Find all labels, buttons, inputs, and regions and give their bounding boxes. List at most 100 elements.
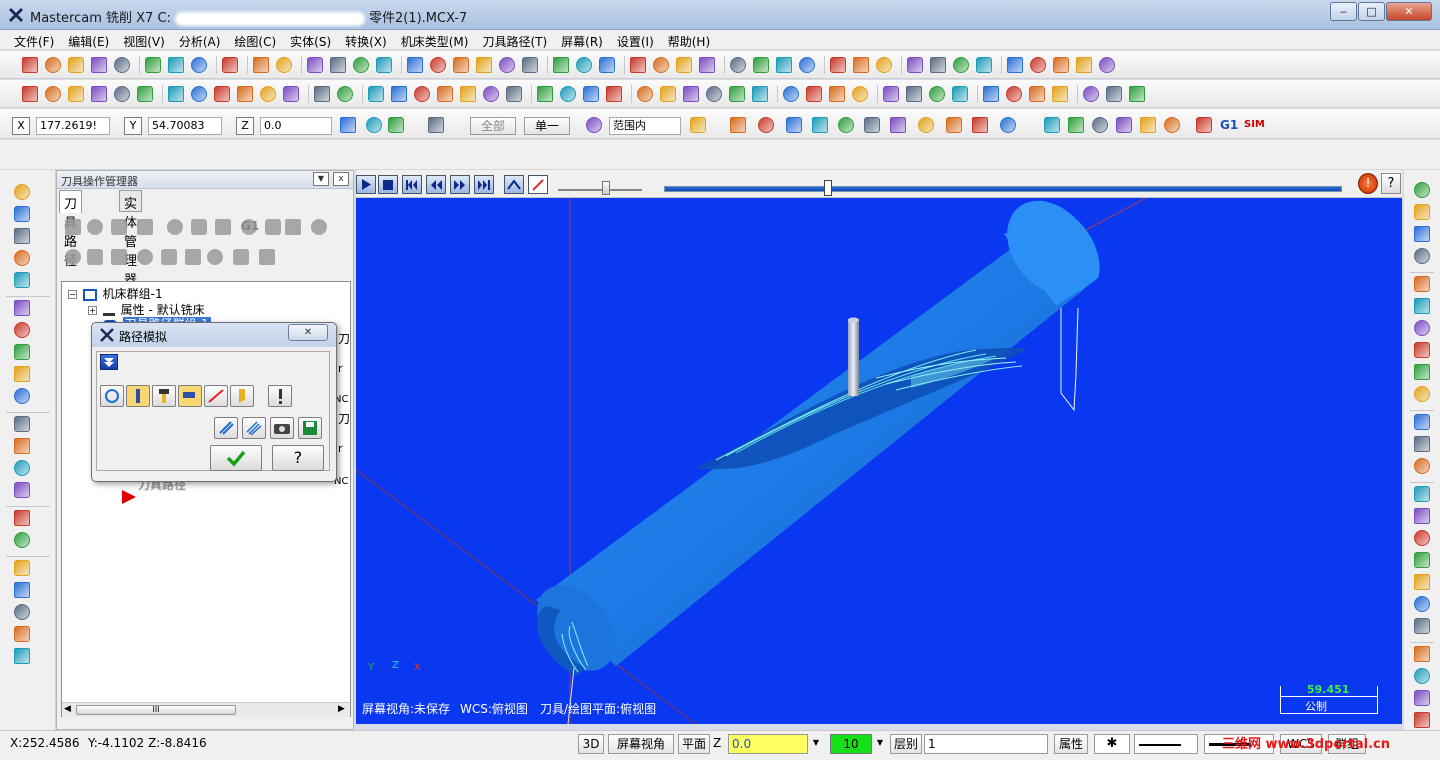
toolbar-tool-icon[interactable] [68,57,84,73]
autocursor-tool-icon[interactable] [1092,117,1108,133]
toolbar-tool-icon[interactable] [930,57,946,73]
color-dropdown-icon[interactable]: ▼ [873,734,887,754]
manager-tool-icon[interactable] [137,249,153,265]
line-style-select[interactable] [1134,734,1198,754]
x-coord-input[interactable]: 177.2619! [36,117,110,135]
vertical-tool-icon[interactable] [1414,712,1430,728]
vertical-tool-icon[interactable] [1414,414,1430,430]
toolbar-tool-icon[interactable] [114,57,130,73]
manager-tool-icon[interactable] [191,219,207,235]
toolbar-tool-icon[interactable] [752,86,768,102]
toolbar-tool-icon[interactable] [22,86,38,102]
z-coord-label[interactable]: Z [236,117,254,135]
toolbar-tool-icon[interactable] [237,86,253,102]
vertical-tool-icon[interactable] [14,482,30,498]
z-depth-input[interactable]: 0.0 [728,734,808,754]
selection-range-select[interactable]: 范围内 [609,117,681,135]
scroll-thumb[interactable]: III [76,705,236,715]
toolbar-tool-icon[interactable] [830,57,846,73]
graphics-viewport[interactable]: Y Z X 屏幕视角:未保存 WCS:俯视图 刀具/绘图平面:俯视图 59.45… [356,198,1402,724]
menu-item[interactable]: 编辑(E) [61,30,116,50]
autocursor-tool-icon[interactable] [838,117,854,133]
save-geometry-button[interactable] [242,417,266,439]
menu-item[interactable]: 视图(V) [116,30,172,50]
toolbar-tool-icon[interactable] [806,86,822,102]
y-coord-label[interactable]: Y [124,117,142,135]
autocursor-tool-icon[interactable] [812,117,828,133]
toolbar-tool-icon[interactable] [929,86,945,102]
toolbar-tool-icon[interactable] [276,57,292,73]
toolbar-tool-icon[interactable] [191,86,207,102]
menu-item[interactable]: 设置(I) [610,30,661,50]
toolbar-tool-icon[interactable] [1030,57,1046,73]
menu-item[interactable]: 帮助(H) [661,30,717,50]
vertical-tool-icon[interactable] [1414,436,1430,452]
toolbar-tool-icon[interactable] [660,86,676,102]
vertical-tool-icon[interactable] [14,438,30,454]
autocursor-tool-icon[interactable] [1116,117,1132,133]
menu-item[interactable]: 绘图(C) [227,30,283,50]
manager-tool-icon[interactable] [161,249,177,265]
toolbar-tool-icon[interactable] [114,86,130,102]
vertical-tool-icon[interactable] [1414,618,1430,634]
autocursor-tool-icon[interactable] [918,117,934,133]
vertical-tool-icon[interactable] [1414,298,1430,314]
toolbar-tool-icon[interactable] [729,86,745,102]
toolbar-tool-icon[interactable] [553,57,569,73]
toolbar-tool-icon[interactable] [22,57,38,73]
manager-tool-icon[interactable] [259,249,275,265]
panel-close-icon[interactable]: x [333,172,349,186]
toolbar-tool-icon[interactable] [45,86,61,102]
manager-tool-icon[interactable] [65,219,81,235]
toolbar-tool-icon[interactable] [537,86,553,102]
vertical-tool-icon[interactable] [1414,364,1430,380]
vertical-tool-icon[interactable] [1414,486,1430,502]
toolbar-tool-icon[interactable] [222,57,238,73]
autocursor-tool-icon[interactable] [758,117,774,133]
vertical-tool-icon[interactable] [14,184,30,200]
toolbar-tool-icon[interactable] [91,86,107,102]
attributes-button[interactable]: 属性 [1054,734,1088,754]
toolbar-tool-icon[interactable] [730,57,746,73]
toolbar-tool-icon[interactable] [430,57,446,73]
vertical-tool-icon[interactable] [14,460,30,476]
help-icon[interactable]: ? [1381,173,1401,194]
toolbar-tool-icon[interactable] [783,86,799,102]
toolbar-tool-icon[interactable] [776,57,792,73]
stop-condition-button[interactable] [268,385,292,407]
vertical-tool-icon[interactable] [14,344,30,360]
save-button[interactable] [298,417,322,439]
tool-display-button[interactable] [528,175,548,194]
maximize-button[interactable]: □ [1358,2,1385,21]
toolbar-tool-icon[interactable] [45,57,61,73]
toolbar-tool-icon[interactable] [522,57,538,73]
autocursor-tool-icon[interactable] [890,117,906,133]
point-style-select[interactable]: ✱ [1094,734,1130,754]
toolbar-tool-icon[interactable] [653,57,669,73]
manager-tool-icon[interactable] [167,219,183,235]
toolbar-tool-icon[interactable] [437,86,453,102]
speed-slider-track[interactable] [558,189,642,191]
autocursor-tool-icon[interactable] [428,117,444,133]
vertical-tool-icon[interactable] [14,322,30,338]
toolbar-tool-icon[interactable] [1006,86,1022,102]
manager-tool-icon[interactable] [65,249,81,265]
display-path-button[interactable] [100,385,124,407]
manager-tool-icon[interactable] [265,219,281,235]
stop-conditions-icon[interactable]: ! [1358,173,1378,194]
manager-tool-icon[interactable] [185,249,201,265]
toolbar-tool-icon[interactable] [699,57,715,73]
speed-slider-thumb[interactable] [602,181,610,195]
vertical-tool-icon[interactable] [1414,596,1430,612]
screenshot-camera-button[interactable] [270,417,294,439]
toolbar-tool-icon[interactable] [253,57,269,73]
toolbar-tool-icon[interactable] [906,86,922,102]
expand-options-icon[interactable] [100,354,118,370]
z-depth-dropdown-icon[interactable]: ▼ [808,734,824,754]
step-forward-button[interactable] [450,175,470,194]
vertical-tool-icon[interactable] [14,626,30,642]
progress-marker[interactable] [824,180,832,196]
menu-item[interactable]: 屏幕(R) [554,30,610,50]
vertical-tool-icon[interactable] [1414,574,1430,590]
toolbar-tool-icon[interactable] [483,86,499,102]
